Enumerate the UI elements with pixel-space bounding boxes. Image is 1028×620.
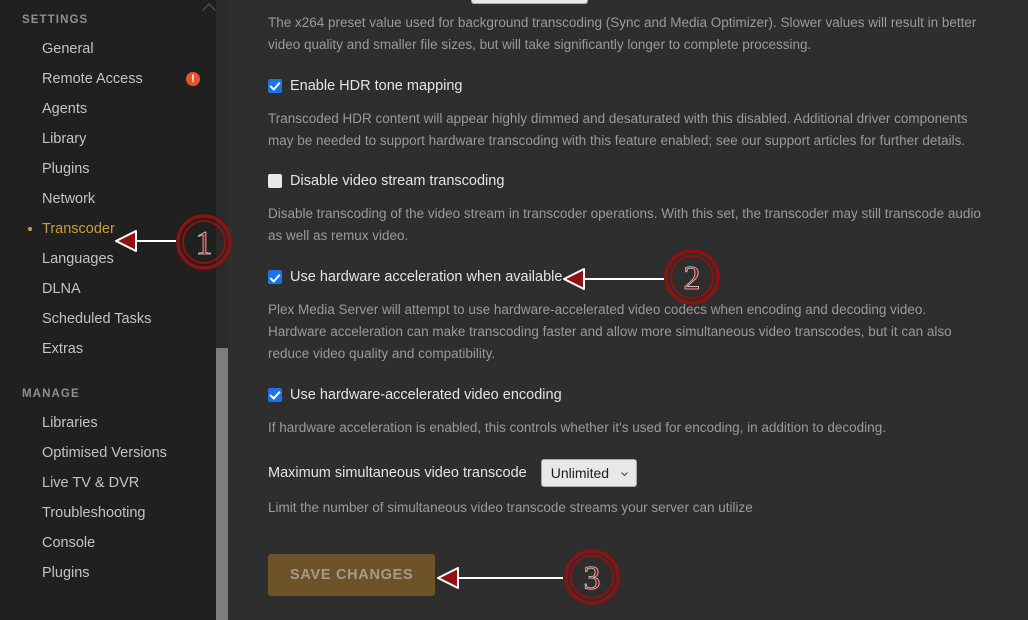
sidebar-item-libraries[interactable]: Libraries <box>0 408 228 438</box>
sidebar-item-label: Extras <box>42 341 84 357</box>
hdr-tone-mapping-checkbox[interactable] <box>268 78 282 93</box>
disable-video-stream-row[interactable]: Disable video stream transcoding <box>268 173 992 189</box>
sidebar-item-label: Languages <box>42 251 114 267</box>
max-transcode-select-wrap[interactable]: Unlimited123456810 <box>540 458 637 487</box>
sidebar-item-label: Console <box>42 535 96 551</box>
max-transcode-row: Maximum simultaneous video transcode Unl… <box>268 458 992 487</box>
hdr-tone-mapping-label: Enable HDR tone mapping <box>290 77 463 94</box>
max-transcode-select[interactable]: Unlimited123456810 <box>540 458 637 487</box>
sidebar-item-label: DLNA <box>42 281 81 297</box>
preset-help-text: The x264 preset value used for backgroun… <box>268 15 977 52</box>
sidebar-item-plugins[interactable]: Plugins <box>0 154 228 184</box>
settings-sidebar: SETTINGS General Remote Access! Agents Libra… <box>0 0 228 620</box>
disable-video-stream-checkbox[interactable] <box>268 174 282 189</box>
hardware-encoding-label: Use hardware-accelerated video encoding <box>290 386 562 403</box>
sidebar-item-label: Scheduled Tasks <box>42 311 152 327</box>
sidebar-sections: SETTINGS General Remote Access! Agents Libra… <box>0 0 228 588</box>
sidebar-item-library[interactable]: Library <box>0 124 228 154</box>
save-changes-button[interactable]: SAVE CHANGES <box>268 554 436 597</box>
sidebar-item-dlna[interactable]: DLNA <box>0 274 228 304</box>
sidebar-item-label: Plugins <box>42 565 90 581</box>
settings-page: SETTINGS General Remote Access! Agents Libra… <box>0 0 1028 620</box>
alert-badge-icon[interactable]: ! <box>186 72 200 86</box>
sidebar-item-console[interactable]: Console <box>0 528 228 558</box>
sidebar-item-troubleshooting[interactable]: Troubleshooting <box>0 498 228 528</box>
sidebar-item-label: Library <box>42 131 87 147</box>
hdr-tone-mapping-row[interactable]: Enable HDR tone mapping <box>268 78 992 94</box>
sidebar-item-label: Troubleshooting <box>42 505 146 521</box>
sidebar-item-remote-access[interactable]: Remote Access! <box>0 64 228 94</box>
sidebar-item-transcoder[interactable]: Transcoder <box>0 214 228 244</box>
sidebar-item-label: Plugins <box>42 161 90 177</box>
sidebar-item-label: General <box>42 41 94 57</box>
transcoder-settings-panel: The x264 preset value used for backgroun… <box>228 0 1028 620</box>
sidebar-item-label: Network <box>42 191 96 207</box>
hardware-acceleration-label: Use hardware acceleration when available <box>290 269 563 286</box>
sidebar-heading-manage: MANAGE <box>22 388 80 400</box>
sidebar-item-plugins[interactable]: Plugins <box>0 558 228 588</box>
hardware-encoding-help: If hardware acceleration is enabled, thi… <box>268 419 886 435</box>
disable-video-stream-label: Disable video stream transcoding <box>290 173 505 190</box>
sidebar-scrollbar-track[interactable] <box>216 0 228 620</box>
sidebar-item-label: Agents <box>42 101 88 117</box>
preset-select-clipped[interactable] <box>471 0 588 4</box>
sidebar-item-agents[interactable]: Agents <box>0 94 228 124</box>
max-transcode-help: Limit the number of simultaneous video t… <box>268 499 753 515</box>
hardware-acceleration-help: Plex Media Server will attempt to use ha… <box>268 302 952 361</box>
disable-video-stream-help: Disable transcoding of the video stream … <box>268 206 981 244</box>
sidebar-item-extras[interactable]: Extras <box>0 334 228 364</box>
sidebar-heading-settings: SETTINGS <box>22 14 89 26</box>
sidebar-item-languages[interactable]: Languages <box>0 244 228 274</box>
sidebar-scrollbar-thumb[interactable] <box>216 348 228 620</box>
sidebar-item-scheduled-tasks[interactable]: Scheduled Tasks <box>0 304 228 334</box>
sidebar-item-live-tv-dvr[interactable]: Live TV & DVR <box>0 468 228 498</box>
hardware-encoding-checkbox[interactable] <box>268 387 282 402</box>
sidebar-item-optimised-versions[interactable]: Optimised Versions <box>0 438 228 468</box>
sidebar-item-network[interactable]: Network <box>0 184 228 214</box>
sidebar-item-label: Live TV & DVR <box>42 475 140 491</box>
hardware-acceleration-checkbox[interactable] <box>268 270 282 285</box>
hardware-encoding-row[interactable]: Use hardware-accelerated video encoding <box>268 387 992 403</box>
sidebar-item-label: Remote Access <box>42 71 143 87</box>
max-transcode-label: Maximum simultaneous video transcode <box>268 464 527 481</box>
sidebar-item-label: Libraries <box>42 415 98 431</box>
hdr-tone-mapping-help: Transcoded HDR content will appear highl… <box>268 110 968 148</box>
chevron-up-icon[interactable] <box>202 2 216 12</box>
sidebar-item-label: Transcoder <box>42 221 115 237</box>
sidebar-item-label: Optimised Versions <box>42 445 167 461</box>
hardware-acceleration-row[interactable]: Use hardware acceleration when available <box>268 269 992 285</box>
active-bullet-icon <box>28 227 32 231</box>
sidebar-item-general[interactable]: General <box>0 34 228 64</box>
